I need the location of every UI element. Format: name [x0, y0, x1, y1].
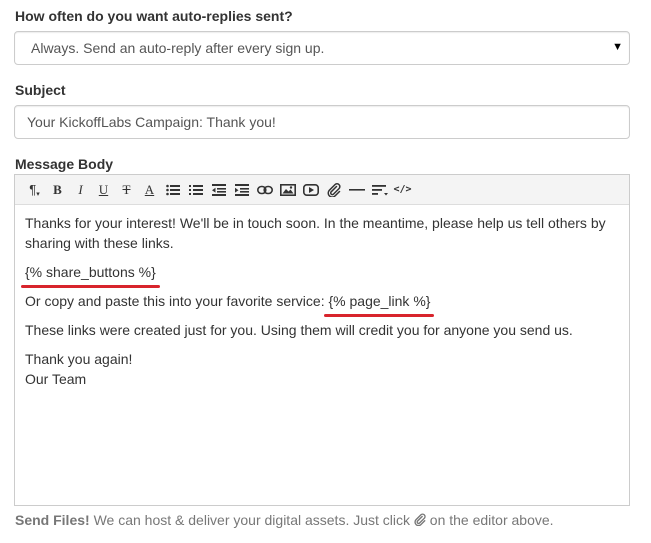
unordered-list-icon[interactable]	[161, 179, 184, 201]
italic-icon[interactable]: I	[69, 179, 92, 201]
message-body-label: Message Body	[15, 156, 114, 172]
help-bold: Send Files!	[15, 512, 90, 528]
subject-value: Your KickoffLabs Campaign: Thank you!	[27, 114, 276, 130]
help-text-after: on the editor above.	[425, 512, 554, 528]
frequency-select[interactable]: Always. Send an auto-reply after every s…	[14, 31, 630, 65]
editor-toolbar: ¶ ▾ B I U T A </>	[15, 175, 629, 205]
page-link-highlight	[324, 314, 435, 317]
html-icon[interactable]: </>	[391, 179, 414, 201]
video-icon[interactable]	[299, 179, 322, 201]
bold-icon[interactable]: B	[46, 179, 69, 201]
help-text: Send Files! We can host & deliver your d…	[15, 512, 554, 528]
share-paragraph: {% share_buttons %}	[21, 262, 619, 288]
frequency-label: How often do you want auto-replies sent?	[15, 8, 293, 24]
message-editor: ¶ ▾ B I U T A </> Thanks for your intere…	[14, 174, 630, 506]
strikethrough-icon[interactable]: T	[115, 179, 138, 201]
share-buttons-tag-text: {% share_buttons %}	[25, 264, 156, 280]
horizontal-rule-icon[interactable]	[345, 179, 368, 201]
credit-paragraph: These links were created just for you. U…	[25, 322, 573, 338]
page-link-tag-text: {% page_link %}	[328, 293, 431, 309]
outdent-icon[interactable]	[207, 179, 230, 201]
subject-label: Subject	[15, 82, 66, 98]
share-buttons-highlight	[21, 285, 160, 288]
share-buttons-tag: {% share_buttons %}	[21, 262, 160, 288]
signoff-line: Our Team	[25, 371, 87, 387]
copy-text: Or copy and paste this into your favorit…	[25, 293, 329, 309]
image-icon[interactable]	[276, 179, 299, 201]
attachment-icon[interactable]	[322, 179, 345, 201]
thanks-line: Thank you again!	[25, 351, 133, 367]
frequency-selected-value: Always. Send an auto-reply after every s…	[31, 40, 325, 56]
underline-icon[interactable]: U	[92, 179, 115, 201]
paragraph-icon[interactable]: ¶ ▾	[23, 179, 46, 201]
subject-input[interactable]: Your KickoffLabs Campaign: Thank you!	[14, 105, 630, 139]
page-link-tag: {% page_link %}	[324, 291, 435, 317]
help-text-before: We can host & deliver your digital asset…	[89, 512, 414, 528]
font-color-icon[interactable]: A	[138, 179, 161, 201]
link-icon[interactable]	[253, 179, 276, 201]
align-icon[interactable]	[368, 179, 391, 201]
attachment-icon	[414, 513, 426, 527]
ordered-list-icon[interactable]	[184, 179, 207, 201]
caret-down-icon: ▼	[612, 41, 623, 53]
copy-paragraph: Or copy and paste this into your favorit…	[25, 291, 619, 317]
indent-icon[interactable]	[230, 179, 253, 201]
intro-paragraph: Thanks for your interest! We'll be in to…	[25, 215, 606, 251]
signoff-paragraph: Thank you again! Our Team	[25, 349, 619, 389]
message-content[interactable]: Thanks for your interest! We'll be in to…	[15, 205, 629, 389]
